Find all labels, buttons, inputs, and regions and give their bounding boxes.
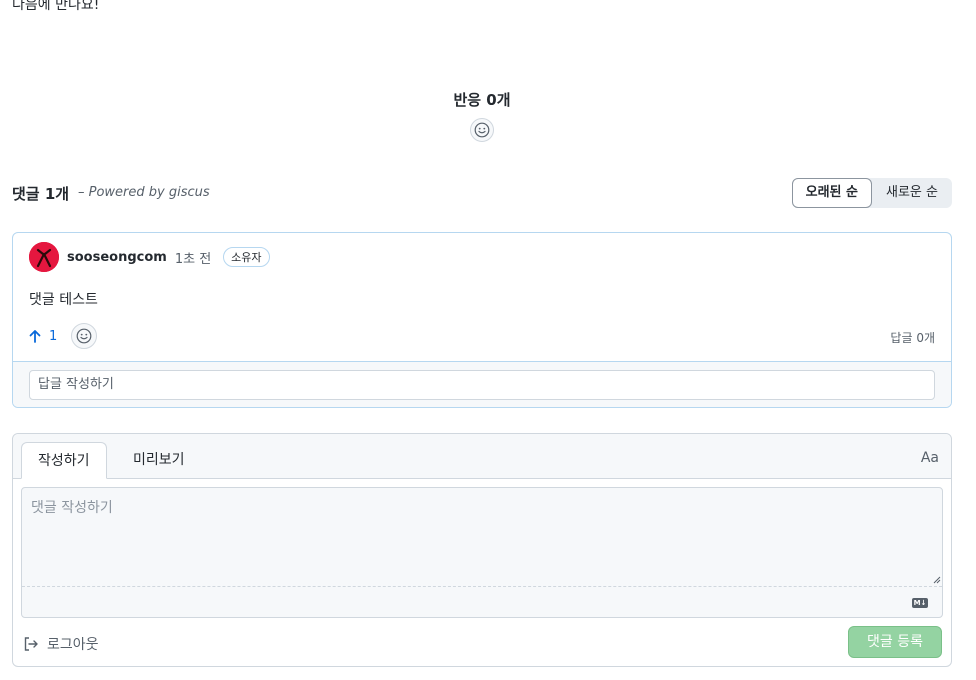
smiley-icon [76, 328, 92, 344]
comment-header: sooseongcom 1초 전 소유자 [29, 242, 270, 272]
comment-author[interactable]: sooseongcom [67, 250, 167, 265]
powered-by: – Powered by giscus [78, 185, 210, 200]
comments-header: 댓글 1개 – Powered by giscus 오래된 순 새로운 순 [12, 178, 952, 208]
comment-time[interactable]: 1초 전 [175, 248, 211, 267]
reply-input[interactable]: 답글 작성하기 [29, 370, 935, 400]
sort-toggle: 오래된 순 새로운 순 [791, 178, 952, 208]
logout-button[interactable]: 로그아웃 [23, 634, 99, 654]
upvote-button[interactable]: 1 [29, 329, 57, 344]
comment-count: 댓글 1개 [12, 185, 70, 203]
textarea-placeholder: 댓글 작성하기 [31, 500, 113, 516]
comment-body: 댓글 테스트 [29, 292, 98, 308]
intro-text: 다음에 만나요! [12, 0, 100, 13]
arrow-up-icon [29, 330, 41, 343]
comment-actions: 1 [29, 323, 98, 349]
font-toggle-button[interactable]: Aa [921, 450, 939, 466]
owner-badge: 소유자 [223, 247, 270, 267]
comment-card: sooseongcom 1초 전 소유자 댓글 테스트 1 답글 0개 답글 작… [12, 232, 952, 408]
avatar[interactable] [29, 242, 59, 272]
sign-out-icon [24, 637, 38, 651]
add-reaction-button[interactable] [470, 118, 494, 142]
reactions-title: 반응 0개 [453, 91, 511, 109]
reply-count: 답글 0개 [890, 331, 935, 345]
textarea-divider [22, 586, 942, 587]
upvote-count: 1 [49, 328, 58, 344]
reactions-section: 반응 0개 [0, 89, 964, 142]
submit-comment-button[interactable]: 댓글 등록 [848, 626, 942, 658]
sort-newest-button[interactable]: 새로운 순 [872, 178, 952, 208]
tab-write[interactable]: 작성하기 [21, 442, 107, 479]
reply-area: 답글 작성하기 [13, 361, 951, 407]
comment-editor: 작성하기 미리보기 Aa 댓글 작성하기 M↓ 로그아웃 댓글 등록 [12, 433, 952, 667]
avatar-image [29, 242, 59, 272]
logout-label: 로그아웃 [47, 637, 99, 653]
smiley-icon [474, 122, 490, 138]
markdown-icon[interactable]: M↓ [912, 598, 928, 608]
resize-handle-icon[interactable] [933, 576, 941, 584]
comment-textarea[interactable]: 댓글 작성하기 M↓ [21, 487, 943, 618]
editor-tabs: 작성하기 미리보기 Aa [13, 434, 951, 479]
tab-preview[interactable]: 미리보기 [117, 442, 201, 479]
comment-reaction-button[interactable] [71, 323, 98, 349]
sort-oldest-button[interactable]: 오래된 순 [791, 178, 873, 208]
